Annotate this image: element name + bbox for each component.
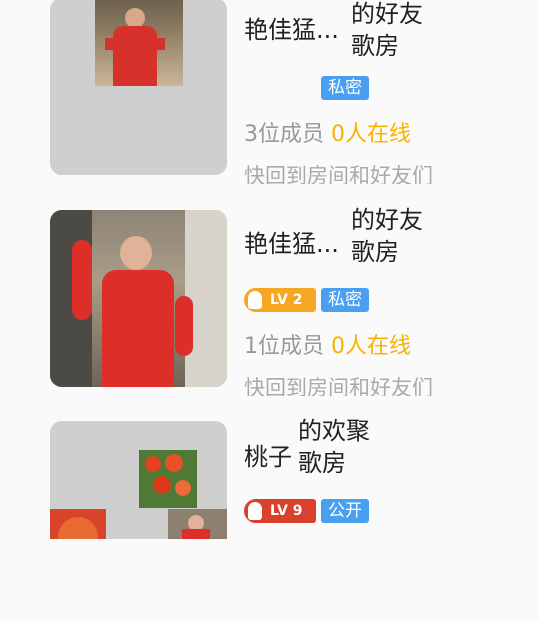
member-count: 3位成员 0人在线 bbox=[244, 116, 411, 148]
room-owner-name: 艳佳猛... bbox=[244, 230, 339, 258]
level-text: LV 9 bbox=[270, 503, 303, 519]
room-cover-photo bbox=[50, 210, 227, 387]
privacy-badge: 私密 bbox=[321, 76, 369, 100]
cover-cell bbox=[108, 509, 166, 539]
room-cover-collage bbox=[50, 421, 227, 539]
level-icon bbox=[248, 291, 262, 309]
room-cover-collage bbox=[50, 0, 227, 175]
member-count: 1位成员 0人在线 bbox=[244, 328, 411, 360]
room-name-line1: 的欢聚 bbox=[298, 417, 370, 445]
room-name-line2: 歌房 bbox=[351, 238, 399, 266]
privacy-badge: 私密 bbox=[321, 288, 369, 312]
member-photo bbox=[139, 450, 197, 508]
cover-cell bbox=[185, 0, 227, 84]
room-description: 快回到房间和好友们 bbox=[244, 376, 433, 396]
room-name: 的好友 歌房 bbox=[351, 0, 423, 62]
cover-cell bbox=[140, 88, 227, 175]
online-count: 0人在线 bbox=[331, 122, 411, 147]
level-icon bbox=[248, 502, 262, 520]
room-list-item[interactable]: 艳佳猛... 的好友 歌房 LV 2 私密 1位成员 0人在线 快回到房间和好友… bbox=[0, 206, 539, 410]
room-description: 快回到房间和好友们 bbox=[244, 164, 433, 184]
room-list-item[interactable]: 艳佳猛... 的好友 歌房 私密 3位成员 0人在线 快回到房间和好友们 bbox=[0, 0, 539, 198]
cover-cell bbox=[50, 421, 137, 507]
room-name-line2: 歌房 bbox=[351, 32, 399, 60]
level-badge: LV 9 bbox=[244, 499, 316, 523]
cover-cell bbox=[50, 88, 137, 175]
member-photo bbox=[95, 0, 183, 86]
privacy-badge: 公开 bbox=[321, 499, 369, 523]
level-text: LV 2 bbox=[270, 292, 303, 308]
member-photo bbox=[168, 509, 227, 539]
room-list-item[interactable]: 桃子 的欢聚 歌房 LV 9 公开 bbox=[0, 417, 539, 621]
room-name-line2: 歌房 bbox=[298, 449, 346, 477]
room-name-line1: 的好友 bbox=[351, 206, 423, 234]
cover-cell bbox=[50, 0, 93, 84]
member-count-text: 3位成员 bbox=[244, 122, 324, 147]
online-count: 0人在线 bbox=[331, 334, 411, 359]
member-photo bbox=[50, 509, 106, 539]
room-name: 的欢聚 歌房 bbox=[298, 415, 370, 479]
room-owner-name: 艳佳猛... bbox=[244, 16, 339, 44]
room-owner-name: 桃子 bbox=[244, 443, 292, 471]
level-badge: LV 2 bbox=[244, 288, 316, 312]
room-name-line1: 的好友 bbox=[351, 0, 423, 28]
member-count-text: 1位成员 bbox=[244, 334, 324, 359]
room-name: 的好友 歌房 bbox=[351, 204, 423, 268]
